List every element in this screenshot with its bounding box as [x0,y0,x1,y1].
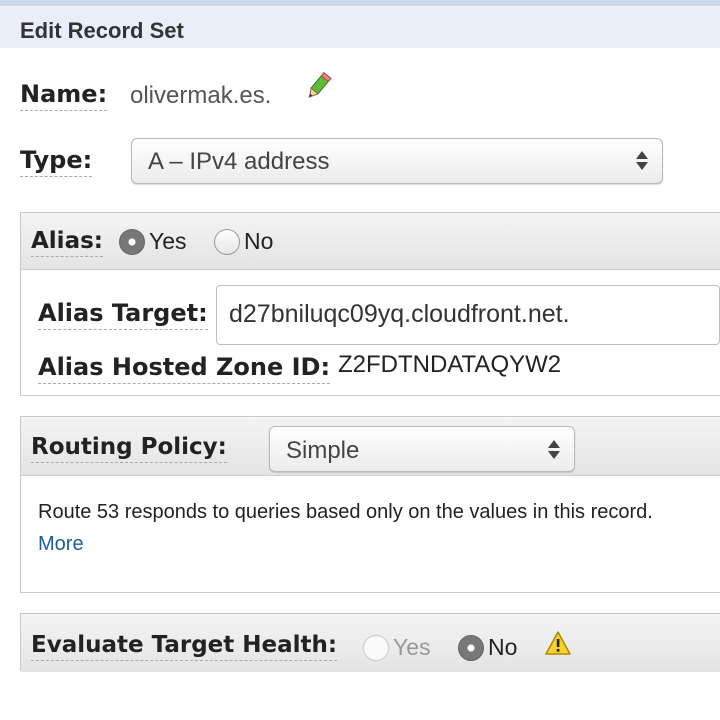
name-label: Name: [20,80,108,111]
routing-panel: Routing Policy: Simple Route 53 responds… [20,416,720,593]
routing-select[interactable]: Simple [269,426,575,472]
type-row: Type: [20,146,93,177]
warning-icon[interactable] [544,630,572,656]
select-arrows-icon [636,151,648,170]
alias-target-label: Alias Target: [38,299,208,330]
dialog-header: Edit Record Set [0,0,720,48]
health-no-option[interactable]: No [458,634,517,661]
health-yes-option[interactable]: Yes [363,634,431,661]
alias-no-label: No [244,228,274,254]
type-selected-value: A – IPv4 address [148,148,330,175]
alias-target-input[interactable]: d27bniluqc09yq.cloudfront.net. [216,285,720,345]
routing-description: Route 53 responds to queries based only … [38,501,653,523]
alias-no-option[interactable]: No [214,228,273,255]
health-panel-header: Evaluate Target Health: Yes No [21,614,720,672]
alias-yes-option[interactable]: Yes [119,228,187,255]
health-panel: Evaluate Target Health: Yes No [20,613,720,672]
alias-no-radio[interactable] [214,228,240,255]
dialog-title: Edit Record Set [20,18,184,43]
health-yes-label: Yes [393,634,431,660]
type-label: Type: [20,146,93,177]
name-value: olivermak.es. [130,82,272,109]
name-row: Name: [20,80,108,111]
health-yes-radio[interactable] [363,634,389,661]
alias-label: Alias: [31,228,103,257]
alias-yes-radio[interactable] [119,228,145,255]
routing-label: Routing Policy: [31,434,227,463]
pencil-icon[interactable] [300,68,336,104]
alias-zone-value: Z2FDTNDATAQYW2 [338,351,562,378]
health-no-radio[interactable] [458,634,484,661]
type-select[interactable]: A – IPv4 address [131,138,663,184]
alias-panel: Alias: Yes No Alias Target: d27bniluqc09… [20,212,720,396]
select-arrows-icon [548,440,560,459]
alias-panel-header: Alias: Yes No [21,213,720,270]
health-label: Evaluate Target Health: [31,632,338,661]
routing-panel-header: Routing Policy: Simple [21,417,720,476]
more-link[interactable]: More [38,533,84,556]
alias-zone-label: Alias Hosted Zone ID: [38,353,331,384]
alias-yes-label: Yes [149,228,187,254]
alias-target-value: d27bniluqc09yq.cloudfront.net. [229,300,570,328]
health-no-label: No [488,634,518,660]
routing-selected-value: Simple [286,437,360,464]
